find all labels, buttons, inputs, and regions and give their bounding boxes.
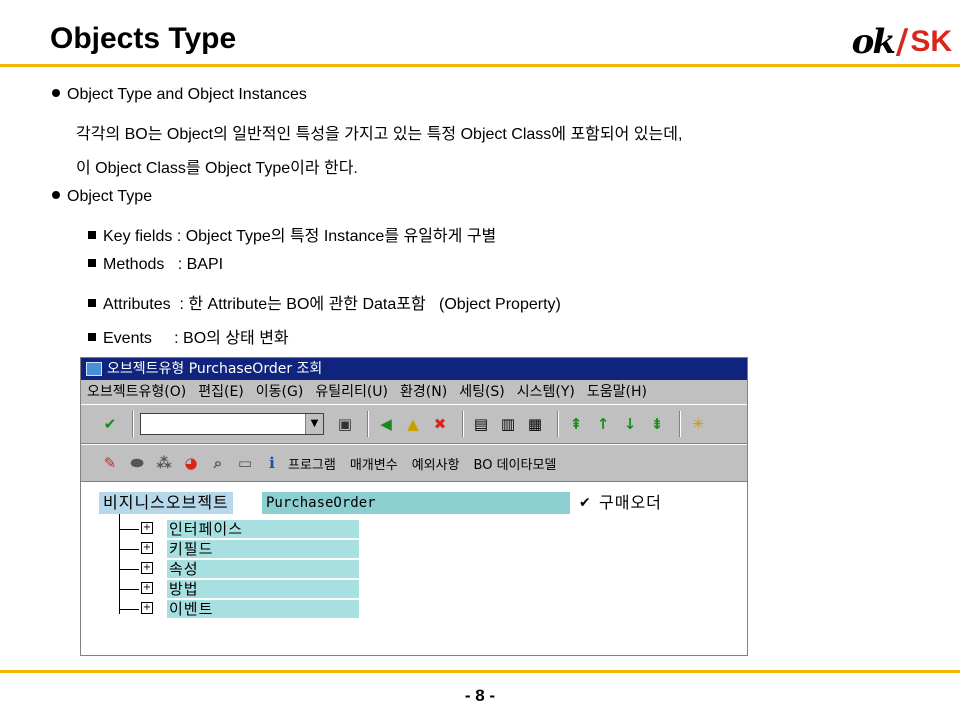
checkmark-icon: ✔ xyxy=(579,495,591,511)
menu-help[interactable]: 도움말(H) xyxy=(587,380,647,404)
first-page-icon[interactable]: ⇞ xyxy=(565,413,587,435)
screen-icon[interactable]: ▭ xyxy=(234,452,256,474)
next-page-icon[interactable]: ↓ xyxy=(619,413,641,435)
find-icon[interactable]: ▥ xyxy=(497,413,519,435)
parameters-button[interactable]: 매개변수 xyxy=(350,454,398,473)
sap-window-icon[interactable] xyxy=(86,362,102,376)
business-object-description: 구매오더 xyxy=(599,493,662,512)
previous-page-icon[interactable]: ↑ xyxy=(592,413,614,435)
tree-node-label[interactable]: 인터페이스 xyxy=(167,520,359,538)
tree-branch xyxy=(119,569,139,570)
sap-window-title: 오브젝트유형 PurchaseOrder 조회 xyxy=(107,361,323,377)
bullet-line-4: Object Type xyxy=(52,188,152,206)
menu-system[interactable]: 시스템(Y) xyxy=(517,380,575,404)
cancel-x-icon[interactable]: ✖ xyxy=(429,413,451,435)
logo-ok: ok xyxy=(851,22,896,62)
toolbar-separator xyxy=(557,411,559,437)
toolbar-separator xyxy=(679,411,681,437)
find-next-icon[interactable]: ▦ xyxy=(524,413,546,435)
bullet-dot xyxy=(52,190,60,199)
business-object-label: 비지니스오브젝트 xyxy=(99,492,233,514)
menu-environment[interactable]: 환경(N) xyxy=(400,380,447,404)
expand-plus-icon[interactable]: + xyxy=(141,522,153,534)
back-arrow-icon[interactable]: ◀ xyxy=(375,413,397,435)
bullet-square xyxy=(88,230,96,239)
chevron-down-icon[interactable]: ▼ xyxy=(305,414,323,434)
top-divider xyxy=(0,64,960,67)
menu-goto[interactable]: 이동(G) xyxy=(256,380,304,404)
expand-plus-icon[interactable]: + xyxy=(141,542,153,554)
tree-node-label[interactable]: 방법 xyxy=(167,580,359,598)
tree-branch xyxy=(119,529,139,530)
business-object-value[interactable]: PurchaseOrder xyxy=(262,492,570,514)
menu-edit[interactable]: 편집(E) xyxy=(198,380,244,404)
sap-titlebar: 오브젝트유형 PurchaseOrder 조회 xyxy=(81,358,747,380)
toolbar-separator xyxy=(462,411,464,437)
tree-branch xyxy=(119,549,139,550)
tree-branch xyxy=(119,589,139,590)
sap-content-area: 비지니스오브젝트 PurchaseOrder ✔ 구매오더 + 인터페이스 + … xyxy=(81,482,747,655)
bullet-square xyxy=(88,298,96,307)
text-line-3: 이 Object Class를 Object Type이라 한다. xyxy=(76,160,358,177)
other-object-icon[interactable]: ⬬ xyxy=(126,452,148,474)
breakpoint-icon[interactable]: ◕ xyxy=(180,452,202,474)
bo-data-model-button[interactable]: BO 데이타모델 xyxy=(474,454,557,473)
expand-plus-icon[interactable]: + xyxy=(141,602,153,614)
page-number: - 8 - xyxy=(464,686,496,705)
sub-bullet-events: Events : BO의 상태 변화 xyxy=(88,324,289,348)
search-icon[interactable]: ⌕ xyxy=(207,452,229,474)
logo-slash: / xyxy=(895,22,909,62)
sub-bullet-attributes: Attributes : 한 Attribute는 BO에 관한 Data포함 … xyxy=(88,290,561,314)
tree-node-label[interactable]: 이벤트 xyxy=(167,600,359,618)
expand-plus-icon[interactable]: + xyxy=(141,582,153,594)
toolbar-separator xyxy=(132,411,134,437)
save-icon[interactable]: ▣ xyxy=(334,413,356,435)
object-tree-icon[interactable]: ⁂ xyxy=(153,452,175,474)
sap-application-toolbar: ✎ ⬬ ⁂ ◕ ⌕ ▭ ℹ 프로그램 매개변수 예외사항 BO 데이타모델 xyxy=(81,444,747,482)
bottom-divider xyxy=(0,670,960,673)
menu-object-type[interactable]: 오브젝트유형(O) xyxy=(87,380,186,404)
ok-sk-logo: ok / SK xyxy=(852,22,952,62)
info-icon[interactable]: ℹ xyxy=(261,452,283,474)
print-icon[interactable]: ▤ xyxy=(470,413,492,435)
menu-utilities[interactable]: 유틸리티(U) xyxy=(315,380,388,404)
exit-up-icon[interactable]: ▲ xyxy=(402,413,424,435)
text-line-2: 각각의 BO는 Object의 일반적인 특성을 가지고 있는 특정 Objec… xyxy=(76,126,683,143)
slide-title: Objects Type xyxy=(50,22,237,55)
bullet-square xyxy=(88,258,96,267)
expand-plus-icon[interactable]: + xyxy=(141,562,153,574)
tree-node-label[interactable]: 속성 xyxy=(167,560,359,578)
new-session-icon[interactable]: ✳ xyxy=(687,413,709,435)
display-change-icon[interactable]: ✎ xyxy=(99,452,121,474)
logo-sk: SK xyxy=(910,25,952,58)
last-page-icon[interactable]: ⇟ xyxy=(646,413,668,435)
bullet-dot xyxy=(52,88,60,97)
enter-check-icon[interactable]: ✔ xyxy=(99,413,121,435)
bullet-square xyxy=(88,332,96,341)
tree-node-label[interactable]: 키필드 xyxy=(167,540,359,558)
sap-standard-toolbar: ✔ ▼ ▣ ◀ ▲ ✖ ▤ ▥ ▦ ⇞ ↑ ↓ ⇟ ✳ xyxy=(81,404,747,444)
bullet-line-1: Object Type and Object Instances xyxy=(52,86,307,104)
sub-bullet-key-fields: Key fields : Object Type의 특정 Instance를 유… xyxy=(88,222,496,246)
command-field[interactable]: ▼ xyxy=(140,413,324,435)
program-button[interactable]: 프로그램 xyxy=(288,454,336,473)
toolbar-separator xyxy=(367,411,369,437)
sap-menubar: 오브젝트유형(O) 편집(E) 이동(G) 유틸리티(U) 환경(N) 세팅(S… xyxy=(81,380,747,404)
menu-settings[interactable]: 세팅(S) xyxy=(459,380,505,404)
tree-branch xyxy=(119,609,139,610)
exceptions-button[interactable]: 예외사항 xyxy=(412,454,460,473)
sub-bullet-methods: Methods : BAPI xyxy=(88,256,223,274)
sap-window: 오브젝트유형 PurchaseOrder 조회 오브젝트유형(O) 편집(E) … xyxy=(80,357,748,656)
